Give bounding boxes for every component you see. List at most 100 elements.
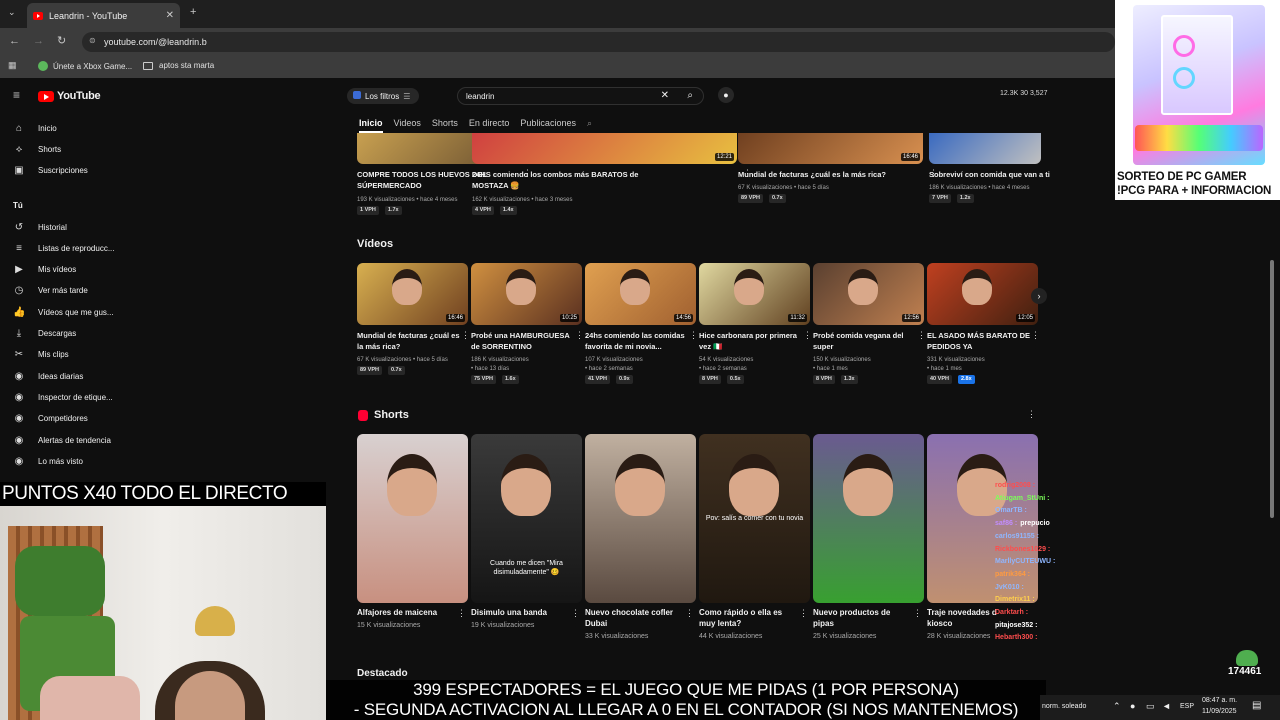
volume-icon[interactable]: ◄	[1162, 701, 1171, 711]
sidebar-item-2[interactable]: ⟡ Shorts	[0, 139, 120, 159]
chat-username[interactable]: Darktarh :	[995, 609, 1028, 616]
sidebar-item-1[interactable]: ⌂ Inicio	[0, 118, 120, 138]
video-thumbnail[interactable]: 16:46	[738, 133, 923, 164]
video-title[interactable]: Mundial de facturas ¿cuál es la más rica…	[738, 169, 943, 180]
video-title[interactable]: EL ASADO MÁS BARATO DE PEDIDOS YA	[927, 330, 1032, 352]
chat-username[interactable]: rodrig2008 :	[995, 482, 1035, 489]
video-thumbnail[interactable]: 11:32	[699, 263, 810, 325]
tab-list-icon[interactable]: ⌄	[8, 7, 16, 18]
chat-username[interactable]: OmarTB :	[995, 507, 1027, 514]
new-tab-icon[interactable]: +	[190, 6, 196, 18]
chat-username[interactable]: carlos91155 :	[995, 533, 1039, 540]
close-tab-icon[interactable]: ✕	[166, 10, 174, 21]
site-info-icon[interactable]: ⊜	[89, 36, 96, 45]
video-title[interactable]: Probé una HAMBURGUESA de SORRENTINO	[471, 330, 576, 352]
short-thumbnail[interactable]	[813, 434, 924, 603]
short-title[interactable]: Como rápido o ella es muy lenta?	[699, 607, 799, 629]
short-title[interactable]: Alfajores de maicena	[357, 607, 457, 618]
short-more-icon[interactable]: ⋮	[457, 608, 466, 619]
video-thumbnail[interactable]: 10:25	[471, 263, 582, 325]
youtube-logo[interactable]: YouTube	[38, 90, 101, 102]
sidebar-item-15[interactable]: ◉ Alertas de tendencia	[0, 430, 120, 450]
video-more-icon[interactable]: ⋮	[461, 330, 470, 341]
search-icon[interactable]: ⌕	[687, 90, 693, 101]
next-arrow-icon[interactable]: ›	[1031, 288, 1047, 304]
sidebar-item-12[interactable]: ◉ Ideas diarias	[0, 366, 120, 386]
video-title[interactable]: Probé comida vegana del super	[813, 330, 918, 352]
sidebar-item-14[interactable]: ◉ Competidores	[0, 408, 120, 428]
channel-search-icon[interactable]: ⌕	[587, 118, 592, 133]
forward-icon[interactable]: →	[33, 35, 44, 47]
sidebar-item-3[interactable]: ▣ Suscripciones	[0, 160, 120, 180]
weather-text[interactable]: norm. soleado	[1042, 703, 1086, 710]
chat-username[interactable]: Dimetrix11 :	[995, 596, 1035, 603]
sidebar-item-13[interactable]: ◉ Inspector de etique...	[0, 387, 120, 407]
video-more-icon[interactable]: ⋮	[575, 330, 584, 341]
short-thumbnail[interactable]	[357, 434, 468, 603]
short-thumbnail[interactable]: Pov: salís a comer con tu novia	[699, 434, 810, 603]
sidebar-item-8[interactable]: ◷ Ver más tarde	[0, 280, 120, 300]
chat-username[interactable]: saf86 :	[995, 520, 1017, 527]
video-thumbnail[interactable]: 16:46	[357, 263, 468, 325]
search-input[interactable]: leandrin ✕ ⌕	[457, 87, 704, 105]
bookmark-xbox[interactable]: Únete a Xbox Game...	[38, 61, 132, 71]
sidebar-item-6[interactable]: ≡ Listas de reproducc...	[0, 238, 120, 258]
filters-button[interactable]: Los filtros ☰	[347, 88, 419, 104]
video-title[interactable]: 24HS comiendo los combos más BARATOS de M…	[472, 169, 757, 191]
video-title[interactable]: 24hs comiendo las comidas favorita de mi …	[585, 330, 690, 352]
short-more-icon[interactable]: ⋮	[913, 608, 922, 619]
network-icon[interactable]: ▭	[1146, 701, 1155, 712]
video-thumbnail[interactable]: 12:05	[927, 263, 1038, 325]
chat-username[interactable]: pitajose352 :	[995, 622, 1037, 629]
video-title[interactable]: Sobreviví con comida que van a ti	[929, 169, 1061, 180]
language-indicator[interactable]: ESP	[1180, 703, 1194, 710]
tab-publicaciones[interactable]: Publicaciones	[520, 118, 576, 133]
browser-tab[interactable]: Leandrin - YouTube ✕	[27, 3, 180, 28]
url-field[interactable]: ⊜ youtube.com/@leandrin.b	[82, 32, 1115, 52]
video-more-icon[interactable]: ⋮	[803, 330, 812, 341]
short-more-icon[interactable]: ⋮	[799, 608, 808, 619]
mic-tray-icon[interactable]: ●	[1130, 701, 1135, 711]
tray-chevron-icon[interactable]: ⌃	[1113, 701, 1121, 712]
video-thumbnail[interactable]: 14:56	[585, 263, 696, 325]
tab-inicio[interactable]: Inicio	[359, 118, 383, 133]
video-thumbnail[interactable]: 12:56	[813, 263, 924, 325]
reload-icon[interactable]: ↻	[57, 34, 66, 47]
hamburger-menu-icon[interactable]: ≡	[13, 88, 20, 102]
bookmark-folder[interactable]: aptos sta marta	[143, 61, 214, 70]
microphone-icon[interactable]: ●	[718, 87, 734, 103]
page-scrollbar[interactable]	[1270, 260, 1274, 518]
short-thumbnail[interactable]	[585, 434, 696, 603]
short-title[interactable]: Nuevo chocolate cofler Dubai	[585, 607, 685, 629]
short-thumbnail[interactable]: Cuando me dicen "Mira disimuladamente" 🥴	[471, 434, 582, 603]
clock-date[interactable]: 11/09/2025	[1202, 708, 1237, 715]
chat-username[interactable]: MarllyCUTEUWU :	[995, 558, 1055, 565]
sidebar-item-7[interactable]: ▶ Mis vídeos	[0, 259, 120, 279]
notifications-icon[interactable]: ▤	[1252, 700, 1261, 711]
video-more-icon[interactable]: ⋮	[1031, 330, 1040, 341]
sidebar-item-11[interactable]: ✂ Mis clips	[0, 344, 120, 364]
tab-videos[interactable]: Videos	[394, 118, 421, 133]
clock-time[interactable]: 08:47 a. m.	[1202, 697, 1237, 704]
sidebar-item-9[interactable]: 👍 Vídeos que me gus...	[0, 302, 120, 322]
short-title[interactable]: Nuevo productos de pipas	[813, 607, 913, 629]
chat-username[interactable]: Atiugam_StUni :	[995, 495, 1049, 502]
sidebar-item-4[interactable]: Tú	[0, 195, 120, 215]
tab-en-directo[interactable]: En directo	[469, 118, 510, 133]
short-more-icon[interactable]: ⋮	[571, 608, 580, 619]
video-more-icon[interactable]: ⋮	[689, 330, 698, 341]
short-title[interactable]: Disimulo una banda	[471, 607, 571, 618]
sidebar-item-10[interactable]: ⤓ Descargas	[0, 323, 120, 343]
video-thumbnail[interactable]	[929, 133, 1041, 164]
tab-shorts[interactable]: Shorts	[432, 118, 458, 133]
chat-username[interactable]: Hebarth300 :	[995, 634, 1037, 641]
back-icon[interactable]: ←	[9, 35, 20, 47]
video-thumbnail[interactable]: 12:21	[472, 133, 737, 164]
shorts-more-icon[interactable]: ⋮	[1027, 409, 1036, 420]
video-more-icon[interactable]: ⋮	[917, 330, 926, 341]
chat-username[interactable]: JvK010 :	[995, 584, 1024, 591]
video-title[interactable]: Hice carbonara por primera vez 🇮🇹	[699, 330, 804, 352]
clear-search-icon[interactable]: ✕	[661, 90, 669, 101]
short-more-icon[interactable]: ⋮	[685, 608, 694, 619]
chat-username[interactable]: patrik364 :	[995, 571, 1030, 578]
